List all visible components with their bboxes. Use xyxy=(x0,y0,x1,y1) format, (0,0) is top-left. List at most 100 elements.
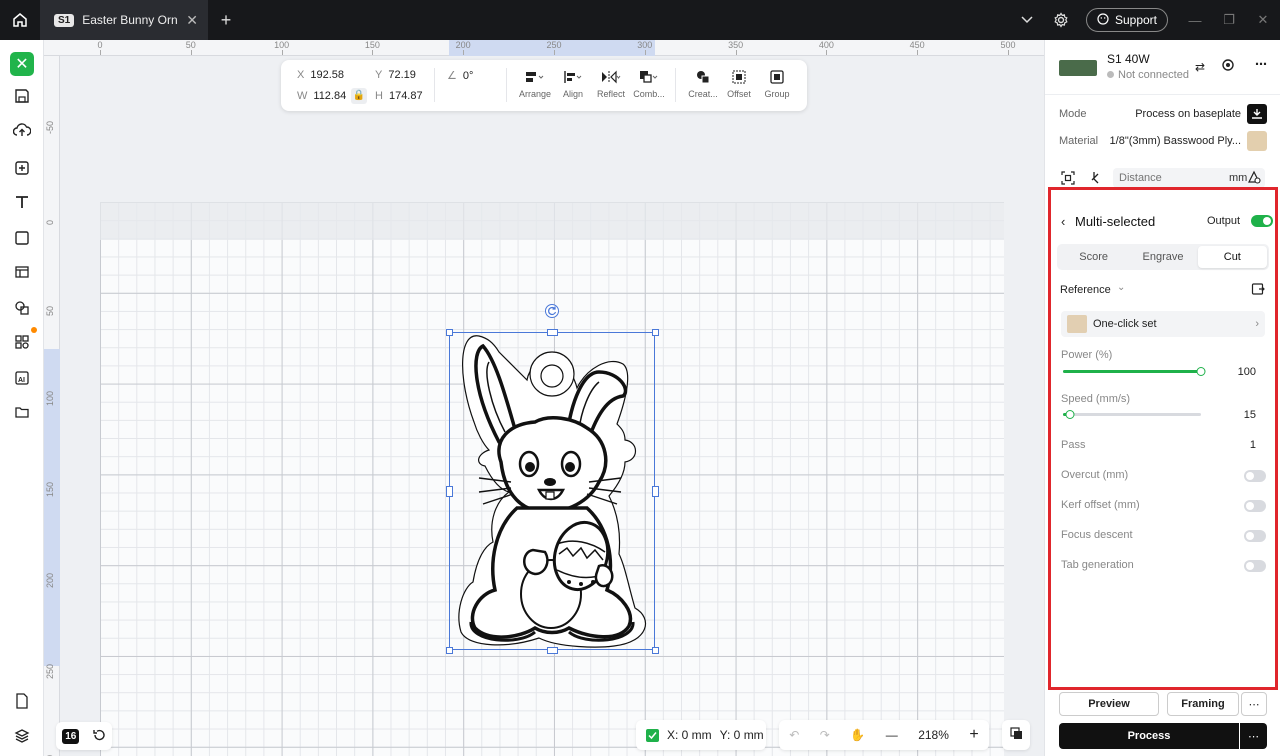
ruler-y-tick-label: 50 xyxy=(45,305,55,316)
save-icon[interactable] xyxy=(10,84,34,108)
ruler-y-tick-label: 200 xyxy=(45,572,55,588)
baseplate-icon[interactable] xyxy=(1247,104,1267,124)
rectangle-icon[interactable] xyxy=(10,226,34,250)
x-readout: X: 0 mm xyxy=(667,728,712,742)
ruler-y-tick-label: -50 xyxy=(45,120,55,134)
ruler-x-tick-label: 500 xyxy=(1000,40,1016,50)
aspect-lock-icon[interactable]: 🔒 xyxy=(351,88,367,104)
copy-view-button[interactable] xyxy=(1002,720,1030,750)
canvas-area[interactable]: 0 50 100 150 200 250 300 350 400 450 500 -50 0 50 100… xyxy=(44,40,1044,756)
folder-icon[interactable] xyxy=(10,400,34,424)
zoom-in-icon[interactable]: + xyxy=(969,726,978,744)
svg-text:AI: AI xyxy=(18,377,25,384)
resize-handle[interactable] xyxy=(445,328,453,336)
ruler-x-tick xyxy=(463,50,465,55)
view-controls: ↶ ↷ ✋ — 218% + xyxy=(779,720,989,750)
y-readout: Y: 0 mm xyxy=(719,728,764,742)
zoom-level[interactable]: 218% xyxy=(918,728,949,742)
bed-margin-strip xyxy=(100,202,1004,240)
more-actions-button[interactable]: ⋯ xyxy=(1241,692,1267,716)
framing-button[interactable]: Framing xyxy=(1167,692,1239,716)
resize-handle[interactable] xyxy=(546,646,558,654)
checkbox-checked-icon[interactable] xyxy=(646,728,659,742)
layers-icon[interactable] xyxy=(10,724,34,748)
more-options-icon[interactable]: ⋯ xyxy=(1255,57,1267,71)
text-icon[interactable] xyxy=(10,190,34,214)
gear-icon[interactable] xyxy=(1044,0,1078,40)
ruler-x-tick-label: 200 xyxy=(455,40,471,50)
chevron-down-icon[interactable] xyxy=(1010,0,1044,40)
height-field[interactable]: H 174.87 xyxy=(375,90,423,102)
resize-handle[interactable] xyxy=(651,646,659,654)
easter-bunny-artwork[interactable] xyxy=(449,332,655,650)
canvas-bottom-left-controls: 16 xyxy=(56,722,112,750)
shapes-icon[interactable] xyxy=(10,296,34,320)
resize-handle[interactable] xyxy=(546,328,558,336)
width-field[interactable]: W 112.84 xyxy=(297,90,346,102)
app-logo-icon: ✕ xyxy=(10,52,34,76)
material-swatch[interactable] xyxy=(1247,131,1267,151)
ruler-x-tick-label: 150 xyxy=(364,40,380,50)
cloud-upload-icon[interactable] xyxy=(10,118,34,142)
ruler-x-tick xyxy=(917,50,919,55)
y-coordinate[interactable]: Y 72.19 xyxy=(375,69,416,81)
ruler-x-tick xyxy=(100,50,101,55)
hand-pan-icon[interactable]: ✋ xyxy=(850,728,865,742)
auto-measure-icon[interactable] xyxy=(1247,170,1261,187)
history-icon[interactable] xyxy=(92,728,106,745)
undo-icon[interactable]: ↶ xyxy=(789,728,799,742)
tab-badge: S1 xyxy=(54,13,75,27)
preview-button[interactable]: Preview xyxy=(1059,692,1159,716)
ruler-x-tick-label: 450 xyxy=(909,40,925,50)
add-shape-icon[interactable] xyxy=(10,156,34,180)
process-button[interactable]: Process xyxy=(1059,723,1239,749)
mode-row[interactable]: Mode Process on baseplate xyxy=(1059,108,1269,120)
angle-icon: ∠ xyxy=(447,70,457,82)
ruler-x-tick xyxy=(735,50,737,55)
support-button[interactable]: Support xyxy=(1085,8,1168,32)
ruler-x-tick-label: 400 xyxy=(818,40,834,50)
measure-icon[interactable] xyxy=(1089,171,1103,188)
document-tab[interactable]: S1 Easter Bunny Orn... ✕ xyxy=(40,0,208,40)
maximize-icon[interactable]: ❐ xyxy=(1212,12,1246,28)
document-icon[interactable] xyxy=(10,689,34,713)
ruler-x-tick-label: 100 xyxy=(274,40,290,50)
ruler-x-tick xyxy=(190,50,192,55)
ruler-x-tick-label: 50 xyxy=(185,40,196,50)
layer-number-badge[interactable]: 16 xyxy=(62,728,80,744)
switch-device-icon[interactable]: ⇄ xyxy=(1195,60,1205,74)
minimize-icon[interactable]: — xyxy=(1178,13,1212,28)
material-row[interactable]: Material 1/8"(3mm) Basswood Ply... xyxy=(1059,135,1269,147)
rotation-field[interactable]: ∠ 0° xyxy=(447,69,473,82)
mode-value: Process on baseplate xyxy=(1135,108,1241,120)
tab-title: Easter Bunny Orn... xyxy=(82,13,179,27)
ai-image-icon[interactable]: AI xyxy=(10,366,34,390)
combine-icon xyxy=(627,68,671,86)
support-icon xyxy=(1097,12,1109,28)
ruler-horizontal: 0 50 100 150 200 250 300 350 400 450 500 xyxy=(44,40,1044,56)
resize-handle[interactable] xyxy=(651,485,659,497)
resize-handle[interactable] xyxy=(445,485,453,497)
zoom-out-icon[interactable]: — xyxy=(886,728,898,742)
resize-handle[interactable] xyxy=(445,646,453,654)
close-window-icon[interactable]: ✕ xyxy=(1246,12,1280,28)
layout-icon[interactable] xyxy=(10,260,34,284)
ruler-x-tick-label: 350 xyxy=(728,40,744,50)
ruler-x-tick xyxy=(644,50,646,55)
process-more-button[interactable]: ⋯ xyxy=(1240,723,1267,749)
group-button[interactable]: Group xyxy=(755,68,799,99)
group-icon xyxy=(755,68,799,86)
add-tab-button[interactable]: + xyxy=(208,10,244,31)
autofocus-icon[interactable] xyxy=(1061,171,1075,188)
x-coordinate[interactable]: X 192.58 xyxy=(297,69,344,81)
close-icon[interactable]: ✕ xyxy=(186,12,198,29)
rotate-handle-icon[interactable] xyxy=(545,304,559,318)
apps-icon[interactable] xyxy=(10,327,37,354)
laser-device-icon xyxy=(1059,60,1097,76)
connect-icon[interactable] xyxy=(1221,58,1235,75)
redo-icon[interactable]: ↷ xyxy=(820,728,830,742)
ruler-y-tick-label: 250 xyxy=(45,663,55,679)
resize-handle[interactable] xyxy=(651,328,659,336)
combine-button[interactable]: Comb... xyxy=(627,68,671,99)
home-icon[interactable] xyxy=(0,0,40,40)
